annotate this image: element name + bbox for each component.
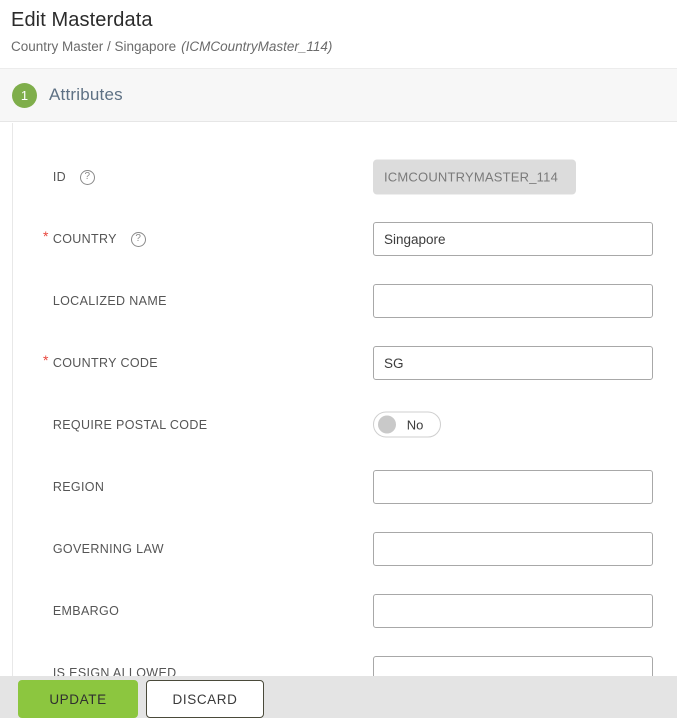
field-control bbox=[373, 284, 653, 318]
page-title: Edit Masterdata bbox=[11, 9, 153, 31]
breadcrumb-path: Country Master / Singapore bbox=[11, 39, 177, 54]
field-control bbox=[373, 470, 653, 504]
field-control bbox=[373, 532, 653, 566]
field-row: *IS ESIGN ALLOWED bbox=[13, 642, 677, 676]
field-row: *ID? bbox=[13, 146, 677, 208]
step-number-badge: 1 bbox=[12, 82, 37, 108]
field-label: *LOCALIZED NAME bbox=[43, 270, 167, 332]
required-asterisk-icon: * bbox=[43, 352, 49, 368]
text-input[interactable] bbox=[373, 284, 653, 318]
field-control bbox=[373, 656, 653, 676]
text-input[interactable] bbox=[373, 470, 653, 504]
toggle-knob bbox=[378, 415, 396, 434]
field-row: *EMBARGO bbox=[13, 580, 677, 642]
field-label: *GOVERNING LAW bbox=[43, 518, 164, 580]
field-row: * COUNTRY CODE bbox=[13, 332, 677, 394]
discard-button[interactable]: DISCARD bbox=[146, 680, 264, 718]
action-bar: UPDATE DISCARD bbox=[0, 676, 677, 718]
breadcrumb: Country Master / Singapore (ICMCountryMas… bbox=[11, 38, 677, 56]
field-label-text: REGION bbox=[52, 480, 105, 494]
field-label-text: COUNTRY bbox=[52, 232, 117, 246]
readonly-text-field bbox=[373, 159, 576, 195]
breadcrumb-record-id: (ICMCountryMaster_114) bbox=[181, 39, 333, 54]
field-control bbox=[373, 222, 653, 256]
field-row: * COUNTRY? bbox=[13, 208, 677, 270]
field-row: *GOVERNING LAW bbox=[13, 518, 677, 580]
toggle-value-label: No bbox=[406, 417, 424, 432]
field-control bbox=[373, 159, 576, 195]
field-control bbox=[373, 346, 653, 380]
field-label-text: GOVERNING LAW bbox=[52, 542, 164, 556]
field-row: *LOCALIZED NAME bbox=[13, 270, 677, 332]
field-label: *REQUIRE POSTAL CODE bbox=[43, 394, 207, 456]
field-label-text: EMBARGO bbox=[52, 604, 120, 618]
field-control: No bbox=[373, 411, 441, 439]
field-label-text: COUNTRY CODE bbox=[52, 356, 158, 370]
text-input[interactable] bbox=[373, 532, 653, 566]
field-label: *ID? bbox=[43, 146, 96, 208]
help-icon[interactable]: ? bbox=[130, 231, 146, 247]
step-title: Attributes bbox=[49, 85, 123, 104]
update-button[interactable]: UPDATE bbox=[18, 680, 138, 718]
text-input[interactable] bbox=[373, 222, 653, 256]
step-header-attributes[interactable]: 1 Attributes bbox=[0, 68, 677, 122]
title-block: Edit Masterdata Country Master / Singapo… bbox=[0, 0, 677, 68]
text-input[interactable] bbox=[373, 346, 653, 380]
field-label-text: IS ESIGN ALLOWED bbox=[52, 666, 177, 676]
field-row: *REGION bbox=[13, 456, 677, 518]
field-label: *REGION bbox=[43, 456, 104, 518]
text-input[interactable] bbox=[373, 594, 653, 628]
field-row: *REQUIRE POSTAL CODE No bbox=[13, 394, 677, 456]
field-label: * COUNTRY? bbox=[43, 208, 146, 270]
edit-masterdata-page: Edit Masterdata Country Master / Singapo… bbox=[0, 0, 677, 718]
field-label: *EMBARGO bbox=[43, 580, 119, 642]
field-label: *IS ESIGN ALLOWED bbox=[43, 642, 177, 676]
field-label-text: REQUIRE POSTAL CODE bbox=[52, 418, 208, 432]
form-field-list: *ID?*COUNTRY?*LOCALIZED NAME*COUNTRY COD… bbox=[13, 123, 677, 676]
text-input[interactable] bbox=[373, 656, 653, 676]
required-asterisk-icon: * bbox=[43, 228, 49, 244]
help-icon[interactable]: ? bbox=[80, 169, 96, 185]
field-label-text: LOCALIZED NAME bbox=[52, 294, 167, 308]
form-card: *ID?*COUNTRY?*LOCALIZED NAME*COUNTRY COD… bbox=[12, 123, 677, 676]
toggle-switch[interactable]: No bbox=[373, 411, 441, 438]
field-control bbox=[373, 594, 653, 628]
field-label: * COUNTRY CODE bbox=[43, 332, 158, 394]
field-label-text: ID bbox=[52, 170, 67, 184]
